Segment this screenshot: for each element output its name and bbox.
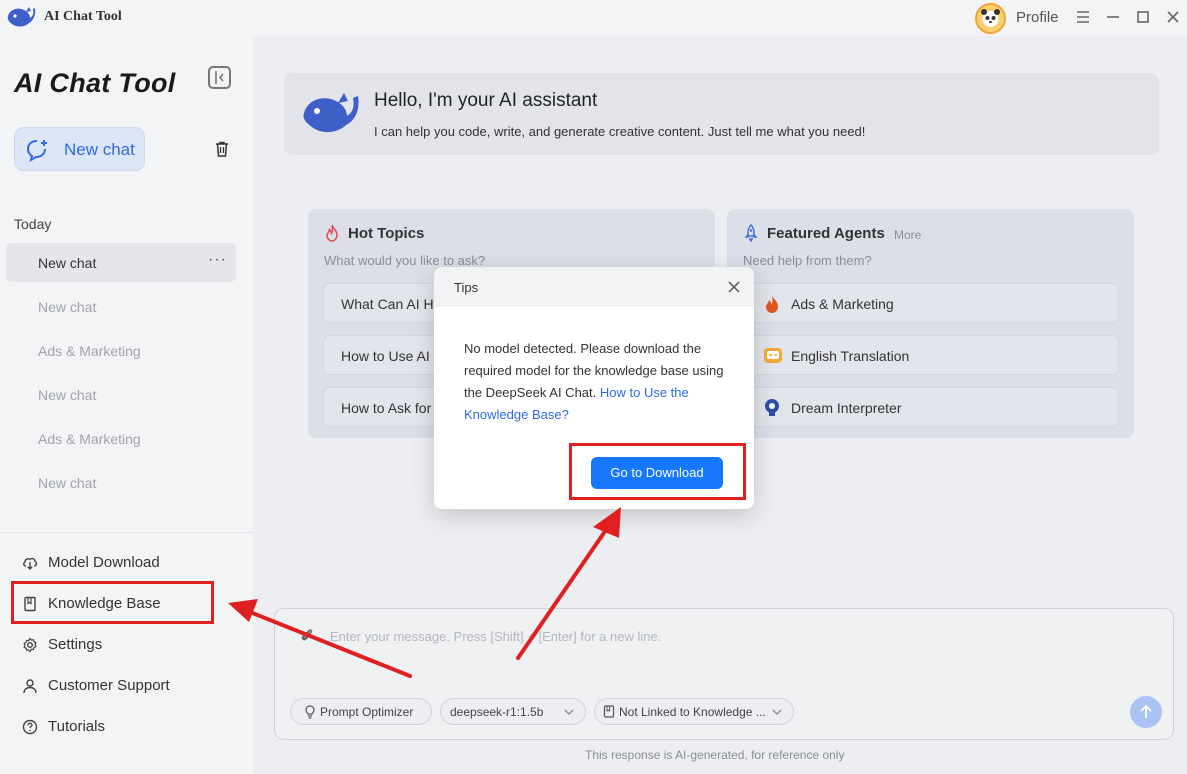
prompt-optimizer-button[interactable]: Prompt Optimizer [290,698,432,725]
ai-disclaimer: This response is AI-generated, for refer… [585,748,845,762]
minimize-icon[interactable] [1102,6,1124,28]
prompt-optimizer-label: Prompt Optimizer [320,705,414,719]
more-options-icon[interactable]: ··· [208,251,227,269]
hot-topics-title: Hot Topics [348,225,425,242]
app-title: AI Chat Tool [44,9,122,24]
hot-topics-subtitle: What would you like to ask? [324,253,486,268]
featured-agents-subtitle: Need help from them? [743,253,872,268]
nav-label: Tutorials [48,718,105,735]
gear-icon [23,637,37,653]
whale-mascot-icon [300,87,360,144]
welcome-title: Hello, I'm your AI assistant [374,90,598,111]
dialog-header: Tips [434,267,754,307]
hot-topic-label: How to Ask for [341,400,432,416]
history-item-label: New chat [38,475,97,491]
dream-icon [763,398,781,423]
book-icon [603,705,615,718]
whale-logo-icon [6,4,36,32]
history-item-label: New chat [38,299,97,315]
sidebar-brand: AI Chat Tool [14,68,176,98]
model-select-value: deepseek-r1:1.5b [450,705,544,719]
nav-settings[interactable]: Settings [14,627,210,663]
highlight-box-download [569,443,746,500]
send-button[interactable] [1130,696,1162,728]
history-item[interactable]: Ads & Marketing [6,419,236,458]
history-item[interactable]: New chat ··· [6,243,236,282]
maximize-icon[interactable] [1132,6,1154,28]
flame-icon [763,294,781,319]
arrow-up-icon [1140,704,1152,718]
lightbulb-icon [305,705,315,719]
nav-label: Model Download [48,554,160,571]
translate-icon [763,346,783,371]
history-item-label: New chat [38,255,97,271]
sidebar-divider [0,532,253,533]
highlight-box-knowledge-base [11,581,214,624]
agent-item[interactable]: Ads & Marketing [742,283,1119,323]
history-item-label: Ads & Marketing [38,431,141,447]
agent-label: English Translation [791,348,910,364]
featured-agents-more-link[interactable]: More [894,228,921,242]
model-select[interactable]: deepseek-r1:1.5b [440,698,586,725]
history-item-label: Ads & Marketing [38,343,141,359]
dialog-title: Tips [454,280,479,295]
new-chat-label: New chat [64,140,135,159]
history-item[interactable]: New chat [6,463,236,502]
nav-label: Settings [48,636,103,653]
close-icon[interactable] [726,279,742,300]
nav-label: Customer Support [48,677,170,694]
new-chat-icon [26,140,47,162]
chevron-down-icon [772,709,782,715]
agent-label: Ads & Marketing [791,296,894,312]
hot-topic-label: What Can AI He [341,296,442,312]
close-window-icon[interactable] [1162,6,1184,28]
profile-avatar[interactable] [975,3,1006,34]
history-item[interactable]: Ads & Marketing [6,331,236,370]
agent-item[interactable]: English Translation [742,335,1119,375]
nav-model-download[interactable]: Model Download [14,545,210,581]
welcome-card: Hello, I'm your AI assistant I can help … [284,73,1159,155]
flame-icon [324,224,340,247]
question-circle-icon [22,719,38,735]
featured-agents-title: Featured Agents [767,225,885,242]
history-item[interactable]: New chat [6,287,236,326]
welcome-subtitle: I can help you code, write, and generate… [374,124,866,139]
menu-icon[interactable] [1072,6,1094,28]
history-item-label: New chat [38,387,97,403]
message-input[interactable]: Enter your message. Press [Shift] + [Ent… [330,629,661,644]
new-chat-button[interactable]: New chat [14,127,145,171]
trash-icon[interactable] [213,140,231,163]
profile-link[interactable]: Profile [1016,9,1059,26]
featured-agents-panel: Featured Agents More Need help from them… [727,209,1134,438]
chevron-down-icon [564,709,574,715]
message-composer[interactable]: Enter your message. Press [Shift] + [Ent… [274,608,1174,740]
nav-customer-support[interactable]: Customer Support [14,668,210,704]
dialog-message: No model detected. Please download the r… [464,338,732,426]
knowledge-base-select[interactable]: Not Linked to Knowledge ... [594,698,794,725]
title-bar: AI Chat Tool Profile [0,0,1187,36]
sidebar: AI Chat Tool New chat Today New chat ···… [0,36,253,774]
agent-item[interactable]: Dream Interpreter [742,387,1119,427]
nav-tutorials[interactable]: Tutorials [14,709,210,745]
user-icon [23,679,37,694]
knowledge-select-value: Not Linked to Knowledge ... [619,705,766,719]
collapse-sidebar-icon[interactable] [208,66,231,89]
history-item[interactable]: New chat [6,375,236,414]
hot-topic-label: How to Use AI [341,348,430,364]
cloud-download-icon [23,557,38,570]
history-section-today: Today [14,216,52,232]
agent-label: Dream Interpreter [791,400,902,416]
panda-avatar-icon [981,9,1000,27]
rocket-icon [743,224,759,247]
attach-icon[interactable] [299,627,315,648]
